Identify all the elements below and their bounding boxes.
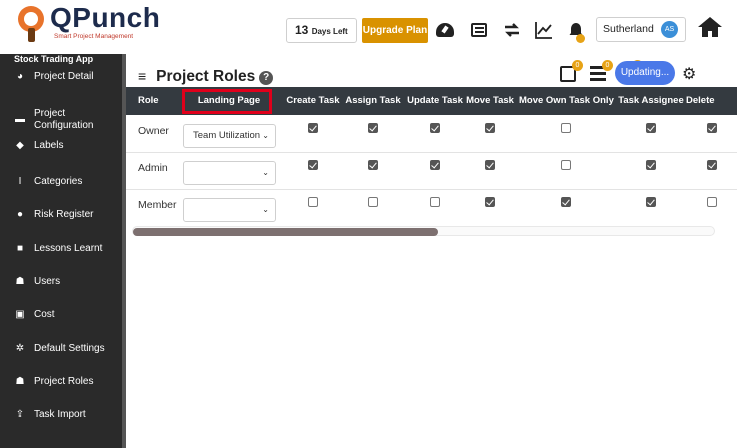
landing-page-select[interactable]: Team Utilization ⌄: [183, 124, 276, 148]
money-icon: ▣: [15, 309, 25, 320]
days-left-badge: 13 Days Left: [286, 18, 357, 43]
role-name: Admin: [138, 162, 168, 174]
user-name: Sutherland: [603, 23, 654, 35]
sidebar-item-label: Project Roles: [34, 376, 94, 387]
days-left-text: Days Left: [311, 27, 348, 36]
line-chart-icon[interactable]: [534, 20, 554, 40]
checkbox-delete[interactable]: [707, 160, 717, 170]
role-name: Member: [138, 199, 177, 211]
sidebar-item-label: Categories: [34, 176, 83, 187]
checkbox-move-own-task-only[interactable]: [561, 197, 571, 207]
landing-page-value: Team Utilization: [193, 130, 261, 141]
task-list-icon[interactable]: [469, 20, 489, 40]
roles-list-icon[interactable]: 0: [588, 60, 613, 84]
sidebar-item-label: Risk Register: [34, 209, 94, 220]
logo-title: QPunch: [50, 2, 161, 33]
checkbox-delete[interactable]: [707, 123, 717, 133]
sidebar-item-label: Cost: [34, 309, 55, 320]
notification-badge: [576, 34, 585, 43]
square-icon: ■: [16, 243, 24, 254]
checkbox-move-task[interactable]: [485, 197, 495, 207]
sidebar-item-label: Project Configuration: [34, 108, 94, 131]
checkbox-update-task[interactable]: [430, 123, 440, 133]
checkbox-update-task[interactable]: [430, 197, 440, 207]
table-row: Member ⌄: [126, 190, 737, 227]
sidebar-item-label: Project Detail: [34, 71, 94, 82]
help-icon[interactable]: ?: [259, 71, 274, 85]
sidebar-item-label: Lessons Learnt: [34, 243, 103, 254]
text-cursor-icon: I: [18, 176, 22, 187]
chevron-down-icon: ⌄: [262, 205, 269, 214]
checkbox-move-own-task-only[interactable]: [561, 123, 571, 133]
sidebar-item-label: Labels: [34, 140, 64, 151]
menu-toggle-icon[interactable]: ≡: [138, 68, 146, 84]
landing-page-highlight: [182, 89, 272, 114]
sync-icon[interactable]: [502, 20, 522, 40]
chevron-down-icon: ⌄: [262, 168, 269, 177]
tool-badge: 0: [572, 60, 583, 71]
cogs-icon: ✲: [15, 343, 25, 354]
column-header-update-task: Update Task: [407, 95, 463, 106]
updating-status: Updating...: [615, 61, 675, 85]
checkbox-create-task[interactable]: [308, 123, 318, 133]
dashboard-icon[interactable]: [435, 20, 455, 40]
checkbox-create-task[interactable]: [308, 197, 318, 207]
column-header-create-task: Create Task: [286, 95, 340, 106]
column-header-assign-task: Assign Task: [345, 95, 401, 106]
checkbox-task-assignee[interactable]: [646, 123, 656, 133]
top-bar: QPunch Smart Project Management 13 Days …: [0, 0, 737, 58]
users-icon: ☗: [15, 376, 25, 387]
days-left-number: 13: [295, 23, 309, 37]
table-row: Owner Team Utilization ⌄: [126, 116, 737, 153]
main-content: ≡Project Roles? 0 0 0 Updating... ⚙ Role…: [126, 54, 737, 448]
exclamation-icon: ●: [16, 209, 24, 220]
checkbox-assign-task[interactable]: [368, 123, 378, 133]
checkbox-delete[interactable]: [707, 197, 717, 207]
checkbox-assign-task[interactable]: [368, 197, 378, 207]
checkbox-move-task[interactable]: [485, 123, 495, 133]
column-header-task-assignee: Task Assignee: [618, 95, 684, 106]
role-name: Owner: [138, 125, 169, 137]
users-icon: ☗: [15, 276, 25, 287]
sidebar-item-label: Users: [34, 276, 61, 287]
logo-subtitle: Smart Project Management: [54, 33, 134, 40]
sidebar-project-name: Stock Trading App: [14, 54, 94, 64]
column-header-delete: Delete: [686, 95, 715, 106]
landing-page-select[interactable]: ⌄: [183, 198, 276, 222]
table-horizontal-scrollbar[interactable]: [132, 226, 715, 236]
landing-page-select[interactable]: ⌄: [183, 161, 276, 185]
list-icon: ▬: [15, 114, 25, 125]
column-header-move-task: Move Task: [466, 95, 514, 106]
tag-icon: ◆: [16, 140, 24, 151]
checkbox-task-assignee[interactable]: [646, 160, 656, 170]
chevron-down-icon: ⌄: [262, 131, 269, 140]
checkbox-assign-task[interactable]: [368, 160, 378, 170]
qpunch-logo[interactable]: QPunch Smart Project Management: [18, 2, 160, 52]
checkbox-move-own-task-only[interactable]: [561, 160, 571, 170]
upgrade-plan-button[interactable]: Upgrade Plan: [362, 18, 428, 43]
logo-stem: [28, 28, 35, 42]
scrollbar-thumb[interactable]: [133, 228, 438, 236]
column-header-move-own-task-only: Move Own Task Only: [519, 95, 614, 106]
roles-report-icon[interactable]: 0: [558, 60, 583, 84]
avatar[interactable]: AS: [661, 21, 678, 38]
page-title: ≡ Project Roles?: [138, 68, 274, 86]
checkbox-update-task[interactable]: [430, 160, 440, 170]
checkbox-task-assignee[interactable]: [646, 197, 656, 207]
sidebar: Stock Trading App ◕ Project Detail ▬ Pro…: [0, 54, 122, 448]
sidebar-item-label: Task Import: [34, 409, 86, 420]
table-row: Admin ⌄: [126, 153, 737, 190]
home-icon[interactable]: [696, 15, 724, 37]
gear-icon[interactable]: ⚙: [682, 64, 696, 84]
page-title-text: Project Roles: [156, 68, 256, 85]
column-header-role: Role: [138, 95, 159, 106]
checkbox-create-task[interactable]: [308, 160, 318, 170]
dashboard-icon: ◕: [16, 71, 24, 82]
upload-icon: ⇪: [15, 409, 25, 420]
checkbox-move-task[interactable]: [485, 160, 495, 170]
tool-badge: 0: [602, 60, 613, 71]
sidebar-item-label: Default Settings: [34, 343, 105, 354]
